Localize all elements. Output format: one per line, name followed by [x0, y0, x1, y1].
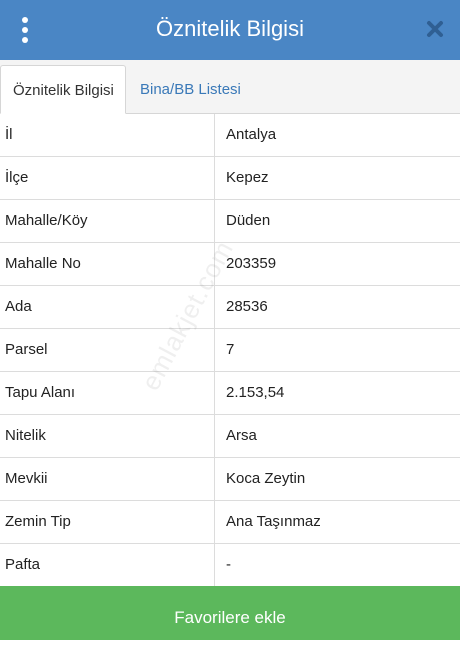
row-key: Zemin Tip	[0, 501, 215, 543]
row-key: Parsel	[0, 329, 215, 371]
row-value: Ana Taşınmaz	[226, 513, 321, 530]
row-value: Kepez	[226, 169, 269, 186]
table-row: Nitelik Arsa	[0, 415, 460, 458]
row-value: 28536	[226, 298, 268, 315]
vertical-dots-icon	[22, 17, 28, 23]
row-key: Ada	[0, 286, 215, 328]
add-favorites-button[interactable]: Favorilere ekle	[0, 586, 460, 640]
row-value: -	[226, 556, 231, 573]
tab-bina-bb-listesi[interactable]: Bina/BB Listesi	[128, 65, 253, 114]
row-value: 7	[226, 341, 235, 358]
table-row: Zemin Tip Ana Taşınmaz	[0, 501, 460, 544]
tab-bar: Öznitelik Bilgisi Bina/BB Listesi	[0, 60, 460, 114]
tab-oznitelik-bilgisi[interactable]: Öznitelik Bilgisi	[0, 65, 126, 114]
table-row: İl Antalya	[0, 114, 460, 157]
table-row: İlçe Kepez	[0, 157, 460, 200]
row-key: İl	[0, 114, 215, 156]
row-key: Mevkii	[0, 458, 215, 500]
table-row: Pafta -	[0, 544, 460, 587]
header-bar: Öznitelik Bilgisi	[0, 0, 460, 60]
attribute-table: İl Antalya İlçe Kepez Mahalle/Köy Düden Mah…	[0, 114, 460, 587]
vertical-dots-icon	[22, 27, 28, 33]
row-key: İlçe	[0, 157, 215, 199]
table-row: Mahalle/Köy Düden	[0, 200, 460, 243]
row-key: Pafta	[0, 544, 215, 586]
row-value: Arsa	[226, 427, 257, 444]
row-value: 2.153,54	[226, 384, 285, 401]
row-key: Mahalle No	[0, 243, 215, 285]
row-value: Antalya	[226, 126, 277, 143]
table-row: Mahalle No 203359	[0, 243, 460, 286]
row-key: Tapu Alanı	[0, 372, 215, 414]
close-button[interactable]	[422, 16, 448, 42]
close-icon	[427, 21, 443, 37]
row-value: 203359	[226, 255, 277, 272]
table-row: Mevkii Koca Zeytin	[0, 458, 460, 501]
row-value: Düden	[226, 212, 271, 229]
table-row: Ada 28536	[0, 286, 460, 329]
table-row: Parsel 7	[0, 329, 460, 372]
table-row: Tapu Alanı 2.153,54	[0, 372, 460, 415]
row-key: Nitelik	[0, 415, 215, 457]
vertical-dots-icon	[22, 37, 28, 43]
row-key: Mahalle/Köy	[0, 200, 215, 242]
page-title: Öznitelik Bilgisi	[156, 16, 304, 41]
row-value: Koca Zeytin	[226, 470, 306, 487]
menu-button[interactable]	[10, 12, 40, 48]
